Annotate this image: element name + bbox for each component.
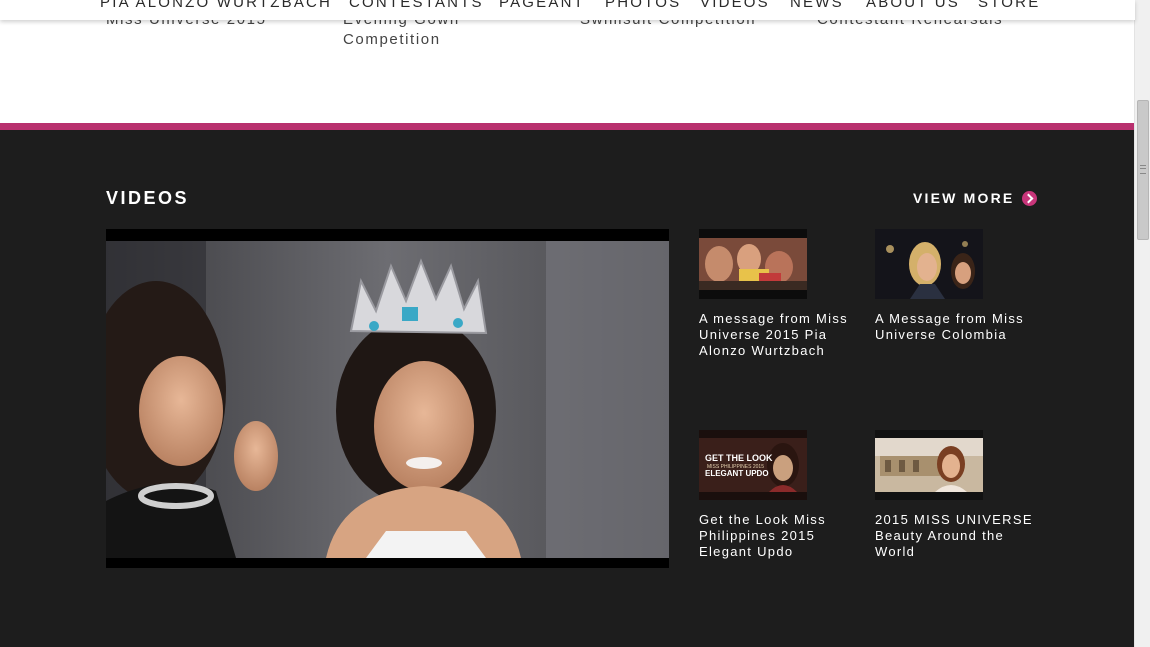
video-thumbnail-card[interactable]: GET THE LOOK MISS PHILIPPINES 2015 ELEGA…	[699, 430, 859, 560]
nav-item-store[interactable]: STORE	[978, 0, 1040, 11]
video-thumbnail-card[interactable]: A Message from Miss Universe Colombia	[875, 229, 1035, 343]
nav-item-contestants[interactable]: CONTESTANTS	[349, 0, 484, 11]
nav-item-about-us[interactable]: ABOUT US	[866, 0, 960, 11]
video-thumbnail-card[interactable]: A message from Miss Universe 2015 Pia Al…	[699, 229, 859, 359]
thumbnail-overlay-text: ELEGANT UPDO	[705, 469, 769, 478]
video-thumbnail[interactable]: GET THE LOOK MISS PHILIPPINES 2015 ELEGA…	[699, 430, 807, 500]
photo-caption-line: Competition	[343, 31, 441, 48]
featured-video-image	[106, 241, 669, 558]
nav-item-photos[interactable]: PHOTOS	[605, 0, 681, 11]
video-thumbnail[interactable]	[699, 229, 807, 299]
view-more-label: VIEW MORE	[913, 190, 1015, 206]
video-thumbnail-image: GET THE LOOK MISS PHILIPPINES 2015 ELEGA…	[699, 430, 807, 500]
nav-item-pia-alonzo-wurtzbach[interactable]: PIA ALONZO WURTZBACH	[100, 0, 332, 11]
video-title[interactable]: A message from Miss Universe 2015 Pia Al…	[699, 311, 859, 359]
video-title[interactable]: Get the Look Miss Philippines 2015 Elega…	[699, 512, 859, 560]
top-navigation: PIA ALONZO WURTZBACH CONTESTANTS PAGEANT…	[0, 0, 1135, 20]
nav-item-news[interactable]: NEWS	[790, 0, 844, 11]
video-title[interactable]: A Message from Miss Universe Colombia	[875, 311, 1035, 343]
scrollbar-thumb[interactable]	[1137, 100, 1149, 240]
vertical-scrollbar[interactable]	[1134, 0, 1150, 647]
video-thumbnail-image	[875, 430, 983, 500]
section-title: VIDEOS	[106, 188, 190, 208]
nav-item-pageant[interactable]: PAGEANT	[499, 0, 585, 11]
featured-video[interactable]	[106, 229, 669, 568]
chevron-right-icon	[1022, 190, 1038, 206]
thumbnail-overlay-text: GET THE LOOK	[705, 453, 773, 463]
view-more-link[interactable]: VIEW MORE	[913, 190, 1038, 206]
video-thumbnail-image	[699, 229, 807, 299]
videos-section: VIDEOS VIEW MORE A message from Miss Uni…	[0, 130, 1135, 647]
video-thumbnail-image	[875, 229, 983, 299]
video-thumbnail-card[interactable]: 2015 MISS UNIVERSE Beauty Around the Wor…	[875, 430, 1035, 560]
video-title[interactable]: 2015 MISS UNIVERSE Beauty Around the Wor…	[875, 512, 1035, 560]
video-thumbnail[interactable]	[875, 229, 983, 299]
section-divider	[0, 123, 1135, 130]
nav-item-videos[interactable]: VIDEOS	[700, 0, 770, 11]
video-thumbnail[interactable]	[875, 430, 983, 500]
grip-icon	[1140, 165, 1146, 174]
